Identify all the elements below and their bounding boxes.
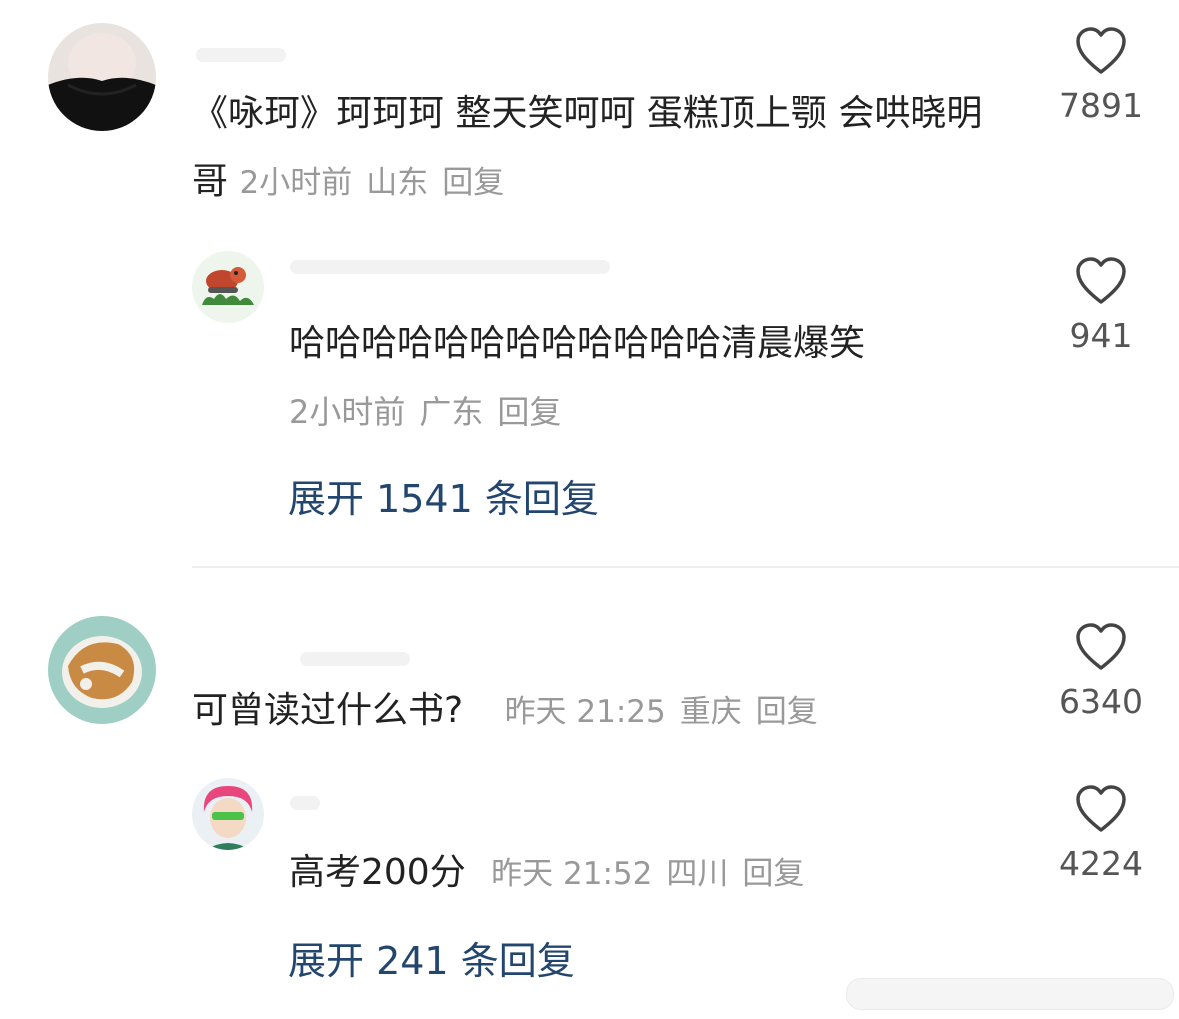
comment-time: 2小时前 [239,165,353,201]
username-blurred[interactable] [196,48,286,62]
comment-text: 可曾读过什么书? 昨天 21:25 重庆 回复 [192,677,1012,746]
reply-button[interactable]: 回复 [742,856,804,892]
username-blurred[interactable] [290,260,610,274]
reply-button[interactable]: 回复 [756,694,818,730]
expand-replies-link[interactable]: 展开 241 条回复 [288,930,575,985]
comment-divider [192,566,1179,568]
replier-avatar[interactable] [192,251,264,323]
like-count: 941 [1069,316,1133,355]
reply-location: 四川 [666,856,729,892]
reply-text: 高考200分 昨天 21:52 四川 回复 [289,839,1009,908]
reply-button[interactable]: 回复 [497,393,561,431]
reply-meta: 2小时前 广东 回复 [289,378,1009,446]
like-count: 7891 [1059,86,1143,125]
like-button[interactable]: 4224 [1041,784,1161,883]
commenter-avatar[interactable] [48,616,156,724]
like-button[interactable]: 6340 [1041,622,1161,721]
heart-outline-icon [1076,27,1126,74]
reply-location: 广东 [419,393,484,431]
reply-button[interactable]: 回复 [442,165,504,201]
watermark [846,978,1174,1010]
reply-text: 哈哈哈哈哈哈哈哈哈哈哈哈清晨爆笑 [289,323,866,364]
heart-outline-icon [1076,785,1126,832]
comment-meta: 昨天 21:25 重庆 回复 [505,694,832,730]
heart-outline-icon [1076,623,1126,670]
like-count: 4224 [1059,844,1143,883]
reply-time: 2小时前 [289,393,406,431]
comment-time: 昨天 21:25 [504,694,666,730]
reply-meta: 昨天 21:52 四川 回复 [491,856,818,892]
comment-location: 重庆 [679,694,742,730]
comment-location: 山东 [366,165,429,201]
comment-text: 《咏珂》珂珂珂 整天笑呵呵 蛋糕顶上颚 会哄晓明哥 2小时前 山东 回复 [192,93,983,202]
reply-time: 昨天 21:52 [491,856,653,892]
comment-meta: 2小时前 山东 回复 [239,165,518,201]
expand-replies-link[interactable]: 展开 1541 条回复 [288,468,599,523]
like-button[interactable]: 7891 [1041,26,1161,125]
username-blurred[interactable] [290,796,320,810]
like-count: 6340 [1059,682,1143,721]
replier-avatar[interactable] [192,778,264,850]
commenter-avatar[interactable] [48,23,156,131]
username-blurred[interactable] [300,652,410,666]
like-button[interactable]: 941 [1041,256,1161,355]
heart-outline-icon [1076,257,1126,304]
